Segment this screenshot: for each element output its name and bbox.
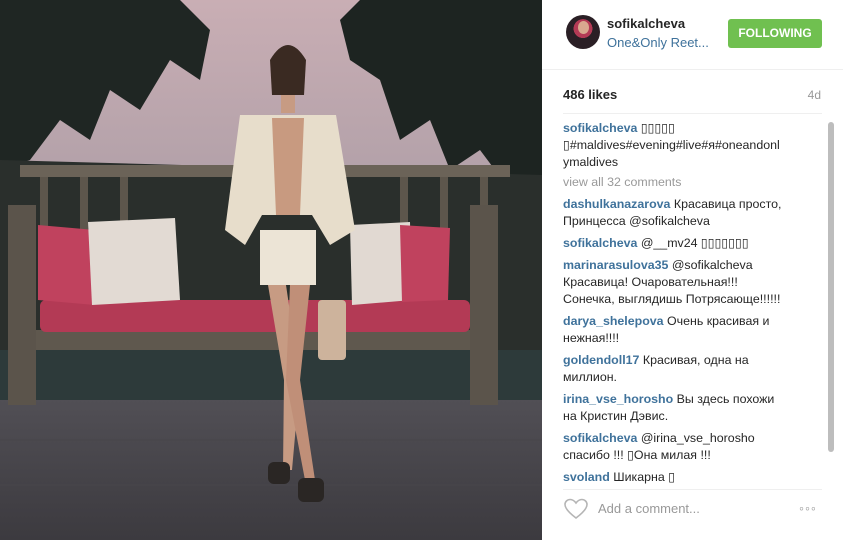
comment-username[interactable]: darya_shelepova (563, 314, 664, 328)
comment-item: svoland Шикарна ▯ (563, 469, 829, 486)
comment-text: нежная!!!! (563, 331, 620, 345)
comment-username[interactable]: dashulkanazarova (563, 197, 670, 211)
comment-text: на Кристин Дэвис. (563, 409, 669, 423)
comment-item: irina_vse_horosho Вы здесь похожи на Кри… (563, 391, 829, 425)
comment-text: Сонечка, выглядишь Потрясающе!!!!!! (563, 292, 781, 306)
caption-hashtags[interactable]: ▯#maldives#evening#live#я#oneandonl (563, 137, 829, 154)
more-options-icon[interactable]: ◦◦◦ (799, 500, 817, 516)
comments-scrollbar[interactable] (827, 120, 836, 484)
comment-item: goldendoll17 Красивая, одна на миллион. (563, 352, 829, 386)
comment-text: Принцесса @sofikalcheva (563, 214, 710, 228)
comment-username[interactable]: irina_vse_horosho (563, 392, 673, 406)
following-button[interactable]: FOLLOWING (728, 19, 822, 48)
post-sidebar: sofikalcheva One&Only Reet... FOLLOWING … (542, 0, 843, 540)
username-link[interactable]: sofikalcheva (607, 16, 685, 31)
comment-text: спасибо !!! ▯Она милая !!! (563, 448, 711, 462)
post-header: sofikalcheva One&Only Reet... FOLLOWING (542, 0, 843, 70)
post-photo[interactable] (0, 0, 542, 540)
heart-outline-icon[interactable] (563, 497, 589, 521)
photo-illustration (0, 0, 542, 540)
post-age[interactable]: 4d (808, 88, 821, 102)
comment-item: dashulkanazarova Красавица просто, Принц… (563, 196, 829, 230)
caption-text: ▯▯▯▯▯ (637, 121, 675, 135)
comment-username[interactable]: goldendoll17 (563, 353, 639, 367)
avatar-face (578, 21, 589, 34)
comment-item: darya_shelepova Очень красивая и нежная!… (563, 313, 829, 347)
comment-text: Вы здесь похожи (673, 392, 775, 406)
add-comment-input[interactable]: Add a comment... (598, 501, 700, 516)
caption-hashtags-cont[interactable]: ymaldives (563, 154, 829, 171)
comment-text: Шикарна ▯ (609, 470, 676, 484)
likes-count[interactable]: 486 likes (563, 87, 617, 102)
divider (563, 113, 822, 114)
comment-username[interactable]: svoland (563, 470, 610, 484)
comment-username[interactable]: sofikalcheva (563, 236, 637, 250)
comment-text: @irina_vse_horosho (637, 431, 755, 445)
comment-text: Красивая, одна на (639, 353, 749, 367)
caption: sofikalcheva ▯▯▯▯▯ (563, 120, 829, 137)
comment-text: Красавица! Очаровательная!!! (563, 275, 738, 289)
comment-text: @__mv24 ▯▯▯▯▯▯▯ (637, 236, 749, 250)
avatar[interactable] (566, 15, 600, 49)
comment-item: sofikalcheva @irina_vse_horosho спасибо … (563, 430, 829, 464)
comment-text: Очень красивая и (663, 314, 770, 328)
comment-text: @sofikalcheva (668, 258, 753, 272)
comment-item: sofikalcheva @__mv24 ▯▯▯▯▯▯▯ (563, 235, 829, 252)
comment-text: миллион. (563, 370, 617, 384)
comment-text: Красавица просто, (670, 197, 782, 211)
caption-username[interactable]: sofikalcheva (563, 121, 637, 135)
view-all-comments-link[interactable]: view all 32 comments (563, 174, 829, 191)
comment-username[interactable]: marinarasulova35 (563, 258, 668, 272)
divider (563, 489, 822, 490)
scrollbar-thumb[interactable] (828, 122, 834, 452)
comments-list: sofikalcheva ▯▯▯▯▯ ▯#maldives#evening#li… (563, 120, 829, 486)
comment-username[interactable]: sofikalcheva (563, 431, 637, 445)
location-link[interactable]: One&Only Reet... (607, 35, 709, 50)
comment-item: marinarasulova35 @sofikalcheva Красавица… (563, 257, 829, 308)
